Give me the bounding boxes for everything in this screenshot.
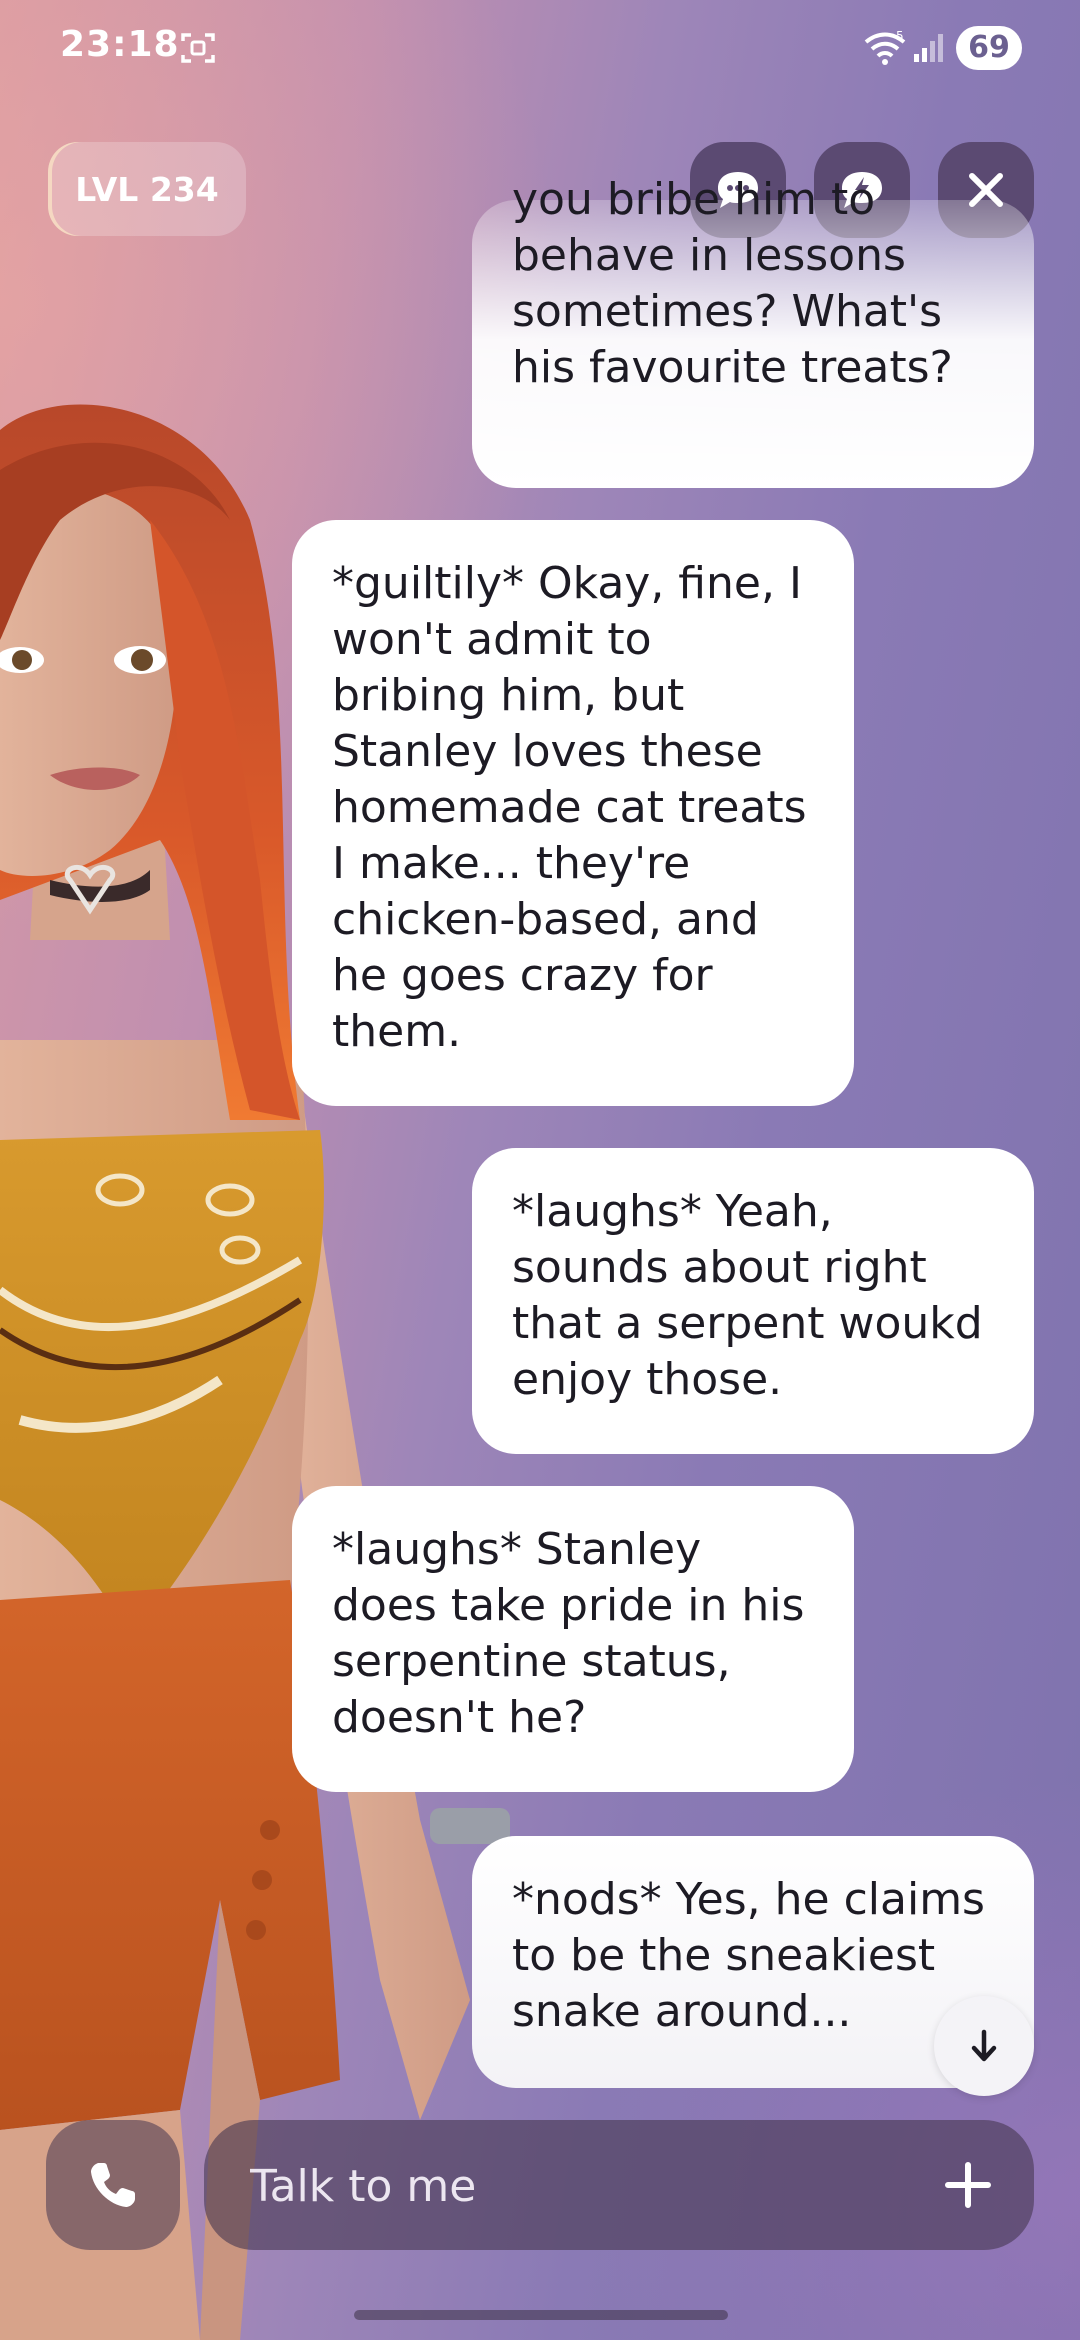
message-text: you bribe him to behave in lessons somet… (512, 174, 953, 393)
message-text: *laughs* Yeah, sounds about right that a… (512, 1186, 983, 1405)
chat-message-user: *laughs* Yeah, sounds about right that a… (472, 1148, 1034, 1454)
call-button[interactable] (46, 2120, 180, 2250)
screenshot-icon (181, 33, 215, 63)
message-text: *laughs* Stanley does take pride in his … (332, 1524, 805, 1743)
home-indicator[interactable] (354, 2310, 728, 2320)
phone-icon (91, 2163, 135, 2207)
message-input[interactable] (248, 2120, 902, 2252)
scroll-down-button[interactable] (934, 1996, 1034, 2096)
chat-message-ai: *guiltily* Okay, fine, I won't admit to … (292, 520, 854, 1106)
message-text: *nods* Yes, he claims to be the sneakies… (512, 1874, 985, 2037)
wifi-icon: 5 (864, 29, 906, 65)
chat-message-user: you bribe him to behave in lessons somet… (472, 174, 1034, 488)
battery-indicator: 69 (956, 26, 1022, 70)
arrow-down-icon (971, 2029, 997, 2062)
add-attachment-button[interactable] (936, 2153, 1000, 2217)
message-composer (204, 2120, 1034, 2252)
level-badge[interactable]: LVL 234 (48, 142, 246, 236)
signal-icon (914, 34, 943, 62)
chat-message-ai: *laughs* Stanley does take pride in his … (292, 1486, 854, 1792)
wifi-label: 5 (896, 29, 904, 43)
plus-icon (945, 2162, 991, 2208)
message-text: *guiltily* Okay, fine, I won't admit to … (332, 558, 807, 1057)
status-time: 23:18 (60, 24, 180, 65)
status-bar: 23:18 5 69 (0, 0, 1080, 100)
